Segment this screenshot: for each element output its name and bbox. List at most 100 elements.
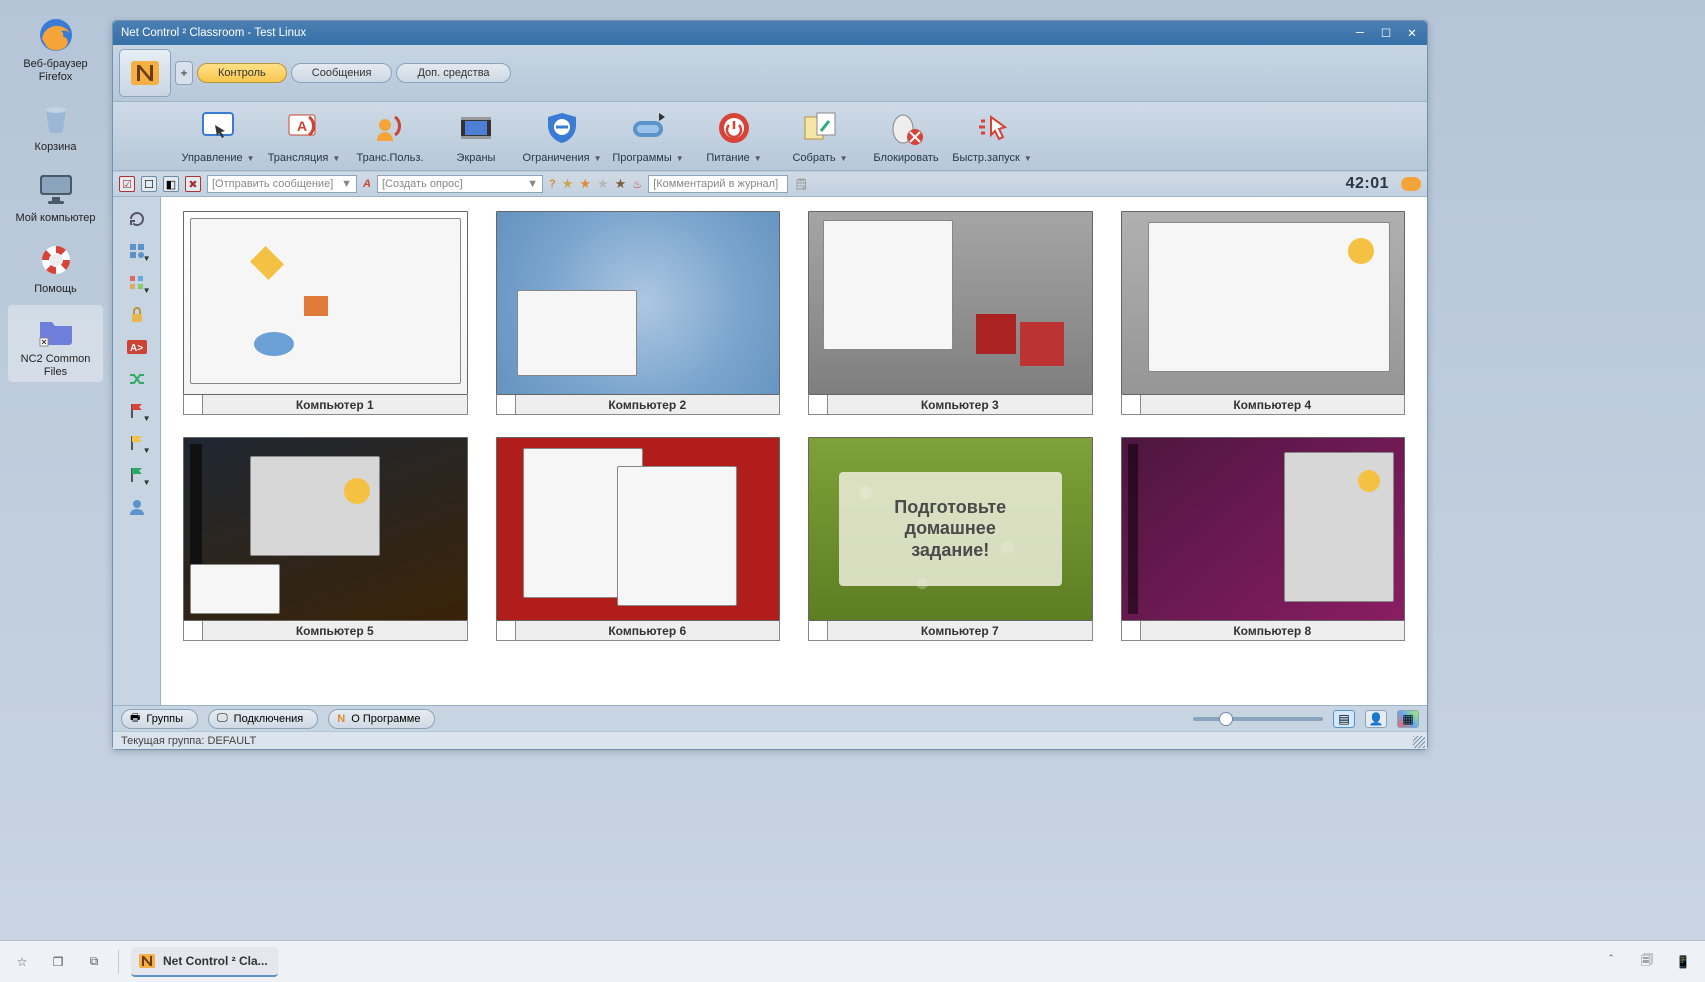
deselect-button[interactable]: ☐ — [141, 176, 157, 192]
bottom-tab-connections[interactable]: 🖵 Подключения — [208, 709, 318, 729]
desktop-icon-trash[interactable]: Корзина — [8, 93, 103, 158]
status-bar: Текущая группа: DEFAULT — [113, 731, 1427, 749]
view-mode-grid-button[interactable]: ▦ — [1397, 710, 1419, 728]
windows-overview-icon[interactable]: ⧉ — [82, 950, 106, 974]
computer-thumbnail[interactable]: Компьютер 2 — [496, 211, 781, 415]
star-bronze-icon[interactable]: ★ — [615, 176, 627, 192]
computer-thumbnail[interactable]: Компьютер 1 — [183, 211, 468, 415]
bottom-tab-groups[interactable]: 🖶 Группы — [121, 709, 198, 729]
journal-comment-input[interactable]: [Комментарий в журнал] — [648, 175, 788, 193]
svg-text:A: A — [297, 118, 307, 134]
computer-thumbnail[interactable]: Подготовьтедомашнеезадание! Компьютер 7 — [808, 437, 1093, 641]
tool-power[interactable]: Питание▼ — [695, 104, 773, 166]
tool-collect[interactable]: Собрать▼ — [781, 104, 859, 166]
tool-manage[interactable]: Управление▼ — [179, 104, 257, 166]
computer-thumbnail[interactable]: Компьютер 3 — [808, 211, 1093, 415]
computer-thumbnail[interactable]: Компьютер 8 — [1121, 437, 1406, 641]
thumb-checkbox[interactable] — [1121, 621, 1141, 641]
star-gold-icon[interactable]: ★ — [562, 176, 574, 192]
run-program-icon — [626, 106, 670, 150]
bottom-tab-about[interactable]: N О Программе — [328, 709, 435, 729]
tool-userbroadcast[interactable]: Транс.Польз. — [351, 104, 429, 166]
lifebuoy-icon — [35, 239, 77, 281]
desktop-icon-nc2files[interactable]: NC2 CommonFiles — [8, 305, 103, 382]
computer-thumbnail[interactable]: Компьютер 5 — [183, 437, 468, 641]
tool-lock[interactable]: Блокировать — [867, 104, 945, 166]
flame-icon[interactable]: ♨ — [632, 178, 642, 191]
thumbnails-grid: Компьютер 1 Компьютер 2 Компьютер 3 — [161, 197, 1427, 705]
star-silver-icon[interactable]: ★ — [597, 176, 609, 192]
clipboard-icon[interactable]: 🗐 — [1635, 950, 1659, 974]
zoom-slider[interactable] — [1193, 717, 1323, 721]
desktop-icon-help[interactable]: Помощь — [8, 235, 103, 300]
filmstrip-icon — [454, 106, 498, 150]
quick-run-icon — [970, 106, 1014, 150]
thumb-checkbox[interactable] — [496, 395, 516, 415]
thumb-checkbox[interactable] — [808, 395, 828, 415]
rail-user-icon[interactable] — [125, 497, 149, 517]
invert-selection-button[interactable]: ◧ — [163, 176, 179, 192]
desktop-icon-firefox[interactable]: Веб-браузерFirefox — [8, 10, 103, 87]
folder-icon — [35, 309, 77, 351]
minimize-button[interactable]: ─ — [1349, 25, 1371, 41]
maximize-button[interactable]: ☐ — [1375, 25, 1397, 41]
rail-refresh-icon[interactable] — [125, 209, 149, 229]
mail-indicator-icon[interactable] — [1401, 177, 1421, 191]
rail-layout-icon[interactable]: ▼ — [125, 241, 149, 261]
mouse-locked-icon — [884, 106, 928, 150]
screen-icon: 🖵 — [217, 712, 228, 725]
desktop-icon-mycomputer[interactable]: Мой компьютер — [8, 164, 103, 229]
create-poll-select[interactable]: [Создать опрос]▼ — [377, 175, 543, 193]
view-mode-list-button[interactable]: 👤 — [1365, 710, 1387, 728]
send-message-select[interactable]: [Отправить сообщение]▼ — [207, 175, 357, 193]
tool-broadcast[interactable]: A Трансляция▼ — [265, 104, 343, 166]
status-text: Текущая группа: DEFAULT — [121, 735, 256, 747]
thumb-checkbox[interactable] — [183, 621, 203, 641]
tray-expand-icon[interactable]: ＾ — [1599, 950, 1623, 974]
ribbon-toolbar: Управление▼ A Трансляция▼ Транс.Польз. Э… — [113, 102, 1427, 171]
computer-thumbnail[interactable]: Компьютер 6 — [496, 437, 781, 641]
rail-flag-green-icon[interactable]: ▼ — [125, 465, 149, 485]
desktop-icon-label: Веб-браузерFirefox — [23, 58, 87, 83]
send-message-go-icon[interactable]: A — [363, 178, 371, 190]
rail-flag-red-icon[interactable]: ▼ — [125, 401, 149, 421]
app-menu-button[interactable] — [119, 49, 171, 97]
rail-grid-icon[interactable]: ▼ — [125, 273, 149, 293]
thumb-checkbox[interactable] — [496, 621, 516, 641]
taskbar-app-entry[interactable]: Net Control ² Cla... — [131, 947, 278, 977]
battery-icon[interactable]: 📱 — [1671, 950, 1695, 974]
close-button[interactable]: ✕ — [1401, 25, 1423, 41]
ribbon-tab-control[interactable]: Контроль — [197, 63, 287, 83]
tool-restrictions[interactable]: Ограничения▼ — [523, 104, 601, 166]
resize-grip[interactable] — [1413, 736, 1425, 748]
broadcast-icon: A — [282, 106, 326, 150]
thumb-checkbox[interactable] — [808, 621, 828, 641]
system-tray: ＾ 🗐 📱 — [1599, 950, 1695, 974]
ribbon-tab-messages[interactable]: Сообщения — [291, 63, 393, 83]
ribbon-tab-row: Контроль Сообщения Доп. средства — [113, 45, 1427, 102]
rail-flag-yellow-icon[interactable]: ▼ — [125, 433, 149, 453]
rail-shuffle-icon[interactable] — [125, 369, 149, 389]
thumb-checkbox[interactable] — [1121, 395, 1141, 415]
pin-ribbon-button[interactable] — [175, 61, 193, 85]
workspaces-icon[interactable]: ❐ — [46, 950, 70, 974]
application-window: Net Control ² Classroom - Test Linux ─ ☐… — [112, 20, 1428, 750]
rail-text-icon[interactable]: A> — [125, 337, 149, 357]
select-all-button[interactable]: ☑ — [119, 176, 135, 192]
clear-button[interactable]: ✖ — [185, 176, 201, 192]
view-mode-thumb-button[interactable]: ▤ — [1333, 710, 1355, 728]
computer-thumbnail[interactable]: Компьютер 4 — [1121, 211, 1406, 415]
star-orange-icon[interactable]: ★ — [579, 176, 591, 192]
thumb-checkbox[interactable] — [183, 395, 203, 415]
star-favorite-icon[interactable]: ☆ — [10, 950, 34, 974]
rail-lock-icon[interactable] — [125, 305, 149, 325]
secondary-toolbar: ☑ ☐ ◧ ✖ [Отправить сообщение]▼ A [Создат… — [113, 171, 1427, 197]
tool-screens[interactable]: Экраны — [437, 104, 515, 166]
window-title: Net Control ² Classroom - Test Linux — [121, 27, 306, 39]
tool-quicklaunch[interactable]: Быстр.запуск▼ — [953, 104, 1031, 166]
poll-go-icon[interactable]: ? — [549, 178, 556, 190]
journal-submit-icon[interactable]: 🗒 — [794, 178, 808, 191]
tool-programs[interactable]: Программы▼ — [609, 104, 687, 166]
ribbon-tab-tools[interactable]: Доп. средства — [396, 63, 510, 83]
titlebar[interactable]: Net Control ² Classroom - Test Linux ─ ☐… — [113, 21, 1427, 45]
